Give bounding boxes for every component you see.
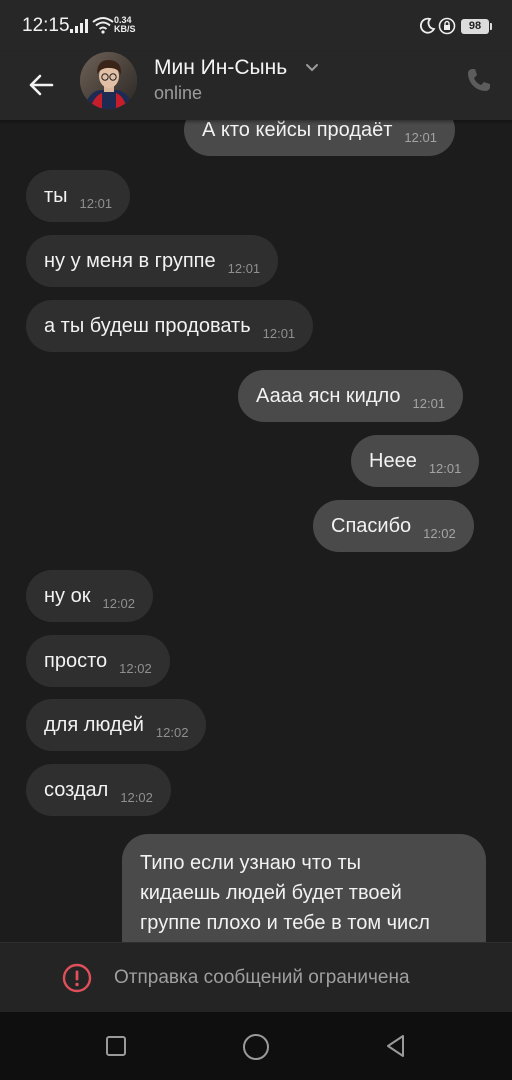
warning-icon [62, 963, 92, 993]
status-bar: 12:15 0.34 KB/S 98 [0, 0, 512, 52]
signal-icon [70, 19, 88, 33]
status-time: 12:15 [22, 15, 70, 36]
phone-icon[interactable] [464, 65, 494, 95]
message-text-line: Типо если узнаю что ты [140, 852, 362, 874]
message-text-line: кидаешь людей будет твоей [140, 882, 402, 904]
message-time: 12:02 [423, 526, 456, 541]
message-time: 12:01 [79, 196, 113, 211]
arrow-left-icon [29, 74, 54, 96]
square-icon[interactable] [105, 1035, 127, 1057]
message-text: Аааа ясн кидло [256, 385, 401, 407]
avatar[interactable] [80, 52, 137, 109]
message-bubble[interactable]: Типо если узнаю что ты кидаешь людей буд… [122, 834, 486, 942]
network-speed: 0.34 KB/S [114, 16, 136, 34]
message-text: для людей [44, 714, 144, 736]
chevron-down-icon[interactable] [304, 60, 320, 76]
message-text: ну у меня в группе [44, 250, 216, 272]
message-time: 12:01 [227, 261, 261, 276]
message-text: А кто кейсы продаёт [202, 120, 393, 141]
message-text: ну ок [44, 585, 91, 607]
system-nav-bar [0, 1012, 512, 1080]
message-time: 12:01 [404, 130, 437, 145]
message-text: создал [44, 779, 109, 801]
contact-status: online [154, 83, 203, 103]
wifi-icon [92, 17, 114, 34]
message-time: 12:02 [155, 725, 189, 740]
battery-indicator: 98 [461, 19, 492, 34]
message-bubble[interactable]: А кто кейсы продаёт 12:01 [184, 120, 455, 156]
message-bubble[interactable]: просто 12:02 [26, 635, 170, 687]
message-bubble[interactable]: Аааа ясн кидло 12:01 [238, 370, 464, 422]
circle-icon[interactable] [242, 1033, 270, 1061]
avatar-image [80, 52, 137, 109]
message-text: ты [44, 185, 68, 207]
restriction-text: Отправка сообщений ограничена [114, 967, 410, 988]
moon-icon [419, 17, 436, 34]
message-time: 12:01 [412, 396, 446, 411]
network-speed-unit: KB/S [114, 24, 136, 34]
chat-header: Мин Ин-Сынь online [0, 52, 512, 120]
message-bubble[interactable]: ты 12:01 [26, 170, 131, 222]
message-bubble[interactable]: ну ок 12:02 [26, 570, 154, 622]
message-bubble[interactable]: Неее 12:01 [351, 435, 480, 487]
message-text: а ты будеш продовать [44, 315, 251, 337]
message-time: 12:02 [102, 596, 136, 611]
message-bubble[interactable]: а ты будеш продовать 12:01 [26, 300, 314, 352]
triangle-left-icon[interactable] [383, 1033, 409, 1059]
lock-rotation-icon [438, 17, 456, 35]
message-list[interactable]: А кто кейсы продаёт 12:01 ты 12:01 ну у ме… [0, 120, 512, 942]
message-text: Неее [369, 450, 417, 472]
back-button[interactable] [20, 64, 62, 106]
message-bubble[interactable]: ну у меня в группе 12:01 [26, 235, 279, 287]
message-bubble[interactable]: Спасибо 12:02 [313, 500, 474, 552]
message-text: Спасибо [331, 515, 412, 537]
message-bubble[interactable]: для людей 12:02 [26, 699, 207, 751]
contact-name[interactable]: Мин Ин-Сынь [154, 56, 287, 80]
messaging-restricted-bar: Отправка сообщений ограничена [0, 942, 512, 1012]
message-time: 12:01 [262, 326, 296, 341]
message-text: просто [44, 650, 108, 672]
message-time: 12:02 [120, 790, 153, 805]
message-time: 12:02 [119, 661, 152, 676]
message-text-line: группе плохо и тебе в том числ [140, 912, 430, 934]
message-time: 12:01 [428, 461, 462, 476]
message-bubble[interactable]: создал 12:02 [26, 764, 171, 816]
